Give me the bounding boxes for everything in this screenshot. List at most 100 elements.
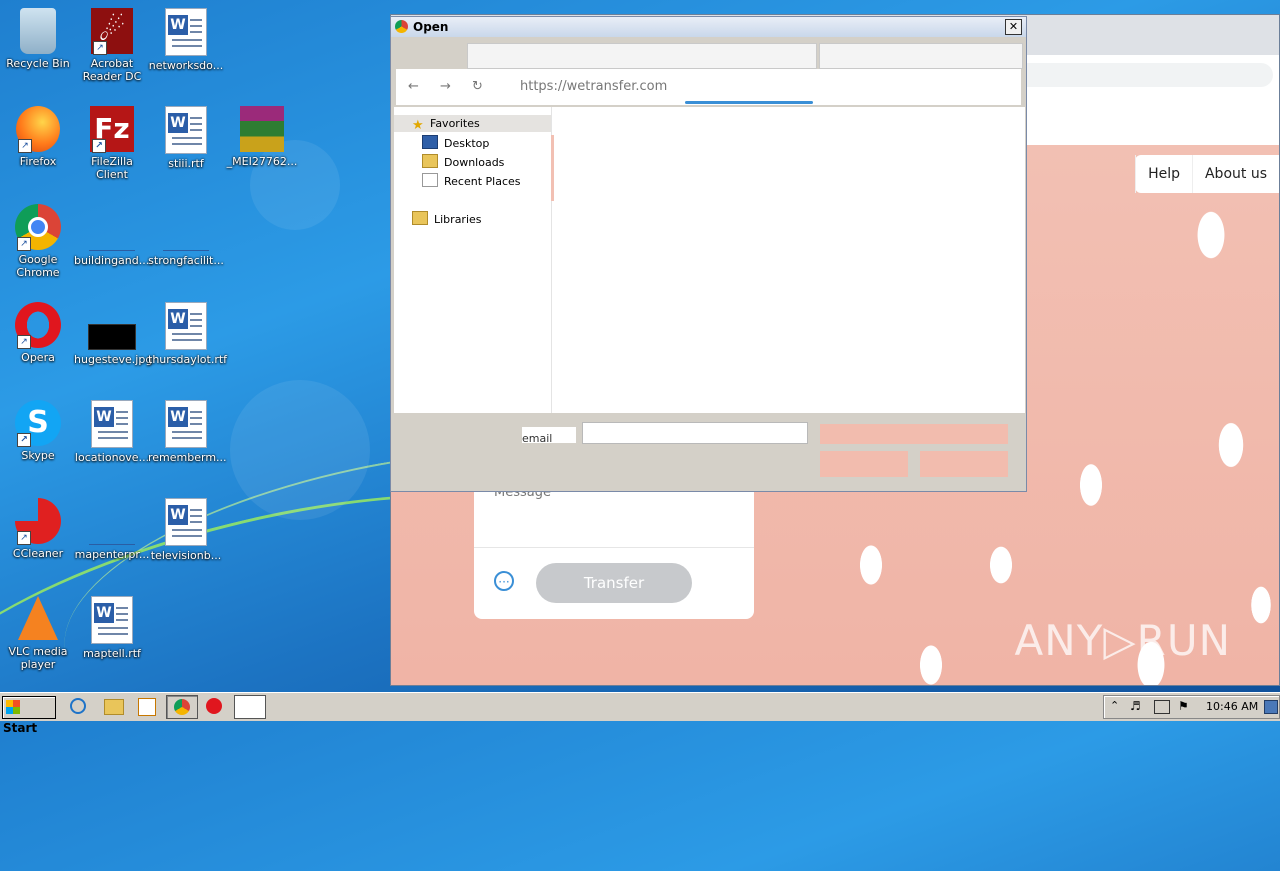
desktop-icon-televisionb[interactable]: W televisionb... bbox=[148, 498, 224, 562]
divider bbox=[474, 547, 754, 548]
word-doc-icon: W bbox=[165, 106, 207, 154]
shortcut-arrow-icon: ↗ bbox=[17, 433, 31, 447]
desktop-icon-strongfacilit[interactable]: strongfacilit... bbox=[148, 204, 224, 267]
dialog-titlebar: Open ✕ bbox=[391, 17, 1026, 37]
show-desktop-icon[interactable] bbox=[1264, 700, 1278, 714]
open-button[interactable] bbox=[820, 451, 908, 477]
desktop-icon-skype[interactable]: S ↗ Skype bbox=[0, 400, 76, 462]
back-icon: ← bbox=[408, 79, 419, 94]
ccleaner-icon: ↗ bbox=[15, 498, 61, 545]
desktop-icon-ccleaner[interactable]: ↗ CCleaner bbox=[0, 498, 76, 560]
ghost-tab bbox=[819, 43, 1023, 69]
explorer-folder-icon[interactable] bbox=[104, 699, 124, 715]
transfer-button[interactable]: Transfer bbox=[536, 563, 692, 603]
word-doc-icon: W bbox=[165, 8, 207, 56]
about-us-link[interactable]: About us bbox=[1191, 155, 1279, 193]
anyrun-watermark: ANY▷RUN bbox=[1014, 616, 1231, 665]
dialog-bottom-bar: email bbox=[391, 413, 1026, 491]
volume-icon[interactable]: ♬ bbox=[1130, 699, 1141, 713]
word-doc-icon: W bbox=[165, 302, 207, 350]
taskbar: Start ⌃ ♬ ⚑ 10:46 AM bbox=[0, 692, 1280, 735]
firefox-icon: ↗ bbox=[16, 106, 60, 153]
desktop-icon-chrome[interactable]: ↗ Google Chrome bbox=[0, 204, 76, 279]
desktop-icon-mapenterpr[interactable]: mapenterpr... bbox=[74, 498, 150, 561]
shortcut-arrow-icon: ↗ bbox=[17, 237, 31, 251]
media-player-icon[interactable] bbox=[138, 698, 156, 716]
desktop-icon-vlc[interactable]: VLC media player bbox=[0, 596, 76, 671]
desktop-icon-firefox[interactable]: ↗ Firefox bbox=[0, 106, 76, 168]
reload-icon: ↻ bbox=[472, 79, 483, 94]
word-doc-icon: W bbox=[91, 596, 133, 644]
desktop-icon-mei[interactable]: _MEI27762... bbox=[224, 106, 300, 168]
clock[interactable]: 10:46 AM bbox=[1206, 700, 1258, 713]
nav-item-desktop[interactable]: Desktop bbox=[422, 135, 489, 153]
desktop-icon-locationove[interactable]: W locationove... bbox=[74, 400, 150, 464]
action-center-flag-icon[interactable]: ⚑ bbox=[1178, 699, 1189, 713]
filename-input[interactable] bbox=[582, 422, 808, 444]
show-hidden-icons-icon[interactable]: ⌃ bbox=[1110, 699, 1119, 712]
desktop-icon-rememberm[interactable]: W rememberm... bbox=[148, 400, 227, 464]
desktop-icon-buildingand[interactable]: buildingand.... bbox=[74, 204, 153, 267]
desktop-icon-maptell[interactable]: W maptell.rtf bbox=[74, 596, 150, 660]
shortcut-arrow-icon: ↗ bbox=[92, 139, 106, 153]
network-icon[interactable] bbox=[1154, 700, 1170, 714]
help-link[interactable]: Help bbox=[1135, 155, 1192, 193]
recycle-bin-icon bbox=[20, 8, 56, 54]
skype-icon: S ↗ bbox=[15, 400, 61, 447]
filetype-dropdown[interactable] bbox=[820, 424, 1008, 444]
desktop-icon-acrobat[interactable]: ☄ ↗ Acrobat Reader DC bbox=[74, 8, 150, 83]
vlc-icon bbox=[18, 596, 58, 640]
start-button[interactable]: Start bbox=[2, 696, 56, 735]
downloads-folder-icon bbox=[422, 154, 438, 168]
desktop-icon-filezilla[interactable]: Fz ↗ FileZilla Client bbox=[74, 106, 150, 181]
windows-logo-icon bbox=[6, 700, 20, 714]
chrome-icon bbox=[395, 20, 408, 33]
favorites-item[interactable]: ★ Favorites bbox=[412, 115, 480, 133]
system-tray: ⌃ ♬ ⚑ 10:46 AM bbox=[1103, 695, 1280, 719]
chrome-icon bbox=[174, 699, 190, 715]
filename-label: email bbox=[522, 427, 576, 443]
forward-icon: → bbox=[440, 79, 451, 94]
opera-icon: ↗ bbox=[15, 302, 61, 349]
chrome-icon: ↗ bbox=[15, 204, 61, 251]
close-button[interactable]: ✕ bbox=[1005, 19, 1022, 35]
opera-icon[interactable] bbox=[206, 698, 222, 714]
file-icon bbox=[163, 232, 209, 251]
image-file-icon bbox=[88, 324, 136, 350]
shortcut-arrow-icon: ↗ bbox=[93, 41, 107, 55]
desktop-icon-hugesteve[interactable]: hugesteve.jpg bbox=[74, 302, 152, 366]
more-options-icon[interactable]: ··· bbox=[494, 571, 514, 591]
winrar-icon bbox=[240, 106, 284, 152]
ghost-address-row: ← → ↻ https://wetransfer.com bbox=[396, 69, 1021, 105]
transfer-card: Message ··· Transfer bbox=[474, 485, 754, 619]
desktop-icon-recycle-bin[interactable]: Recycle Bin bbox=[0, 8, 76, 70]
site-nav: Help About us bbox=[1135, 155, 1279, 193]
desktop-icon-networksdo[interactable]: W networksdo... bbox=[148, 8, 224, 72]
cancel-button[interactable] bbox=[920, 451, 1008, 477]
desktop-icon-stiii[interactable]: W stiii.rtf bbox=[148, 106, 224, 170]
favorites-header[interactable]: ★ Favorites bbox=[394, 115, 551, 133]
dialog-content: ★ Favorites Desktop Downloads Recent Plac… bbox=[394, 107, 1025, 413]
shortcut-arrow-icon: ↗ bbox=[17, 531, 31, 545]
nav-item-libraries[interactable]: Libraries bbox=[412, 211, 482, 229]
file-icon bbox=[89, 526, 135, 545]
word-doc-icon: W bbox=[165, 400, 207, 448]
libraries-icon bbox=[412, 211, 428, 225]
ghost-artifact bbox=[551, 135, 554, 201]
ghost-url: https://wetransfer.com bbox=[520, 79, 668, 94]
ghost-accent-line bbox=[685, 101, 813, 104]
shortcut-arrow-icon: ↗ bbox=[17, 335, 31, 349]
desktop-folder-icon bbox=[422, 135, 438, 149]
word-doc-icon: W bbox=[165, 498, 207, 546]
desktop-icon-thursdaylot[interactable]: W thursdaylot.rtf bbox=[148, 302, 227, 366]
taskbar-chrome-button[interactable] bbox=[166, 695, 198, 719]
internet-explorer-icon[interactable] bbox=[70, 698, 86, 714]
desktop-icon-opera[interactable]: ↗ Opera bbox=[0, 302, 76, 364]
star-icon: ★ bbox=[412, 118, 424, 133]
desktop-bubble bbox=[230, 380, 370, 520]
nav-item-recent-places[interactable]: Recent Places bbox=[422, 173, 521, 191]
filezilla-icon: Fz ↗ bbox=[90, 106, 134, 153]
file-icon bbox=[89, 232, 135, 251]
nav-item-downloads[interactable]: Downloads bbox=[422, 154, 504, 172]
taskbar-active-window-button[interactable] bbox=[234, 695, 266, 719]
